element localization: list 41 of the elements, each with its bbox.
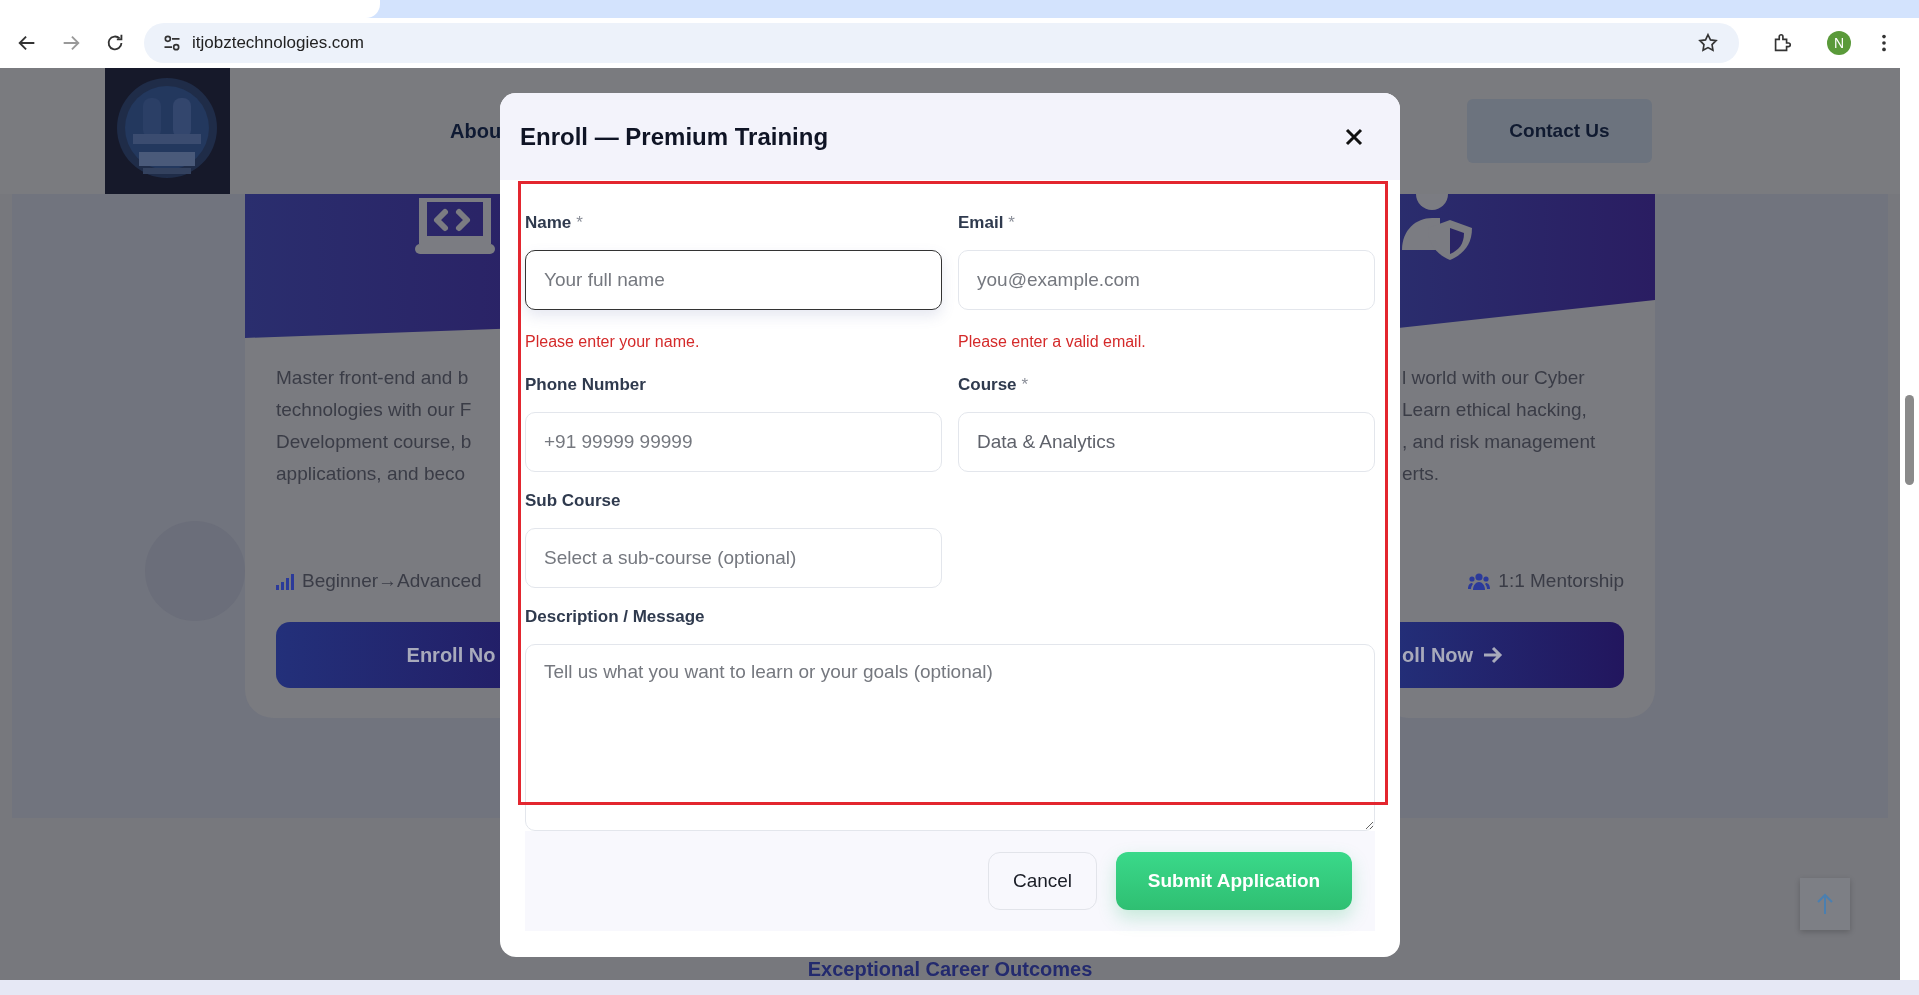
people-icon xyxy=(1468,572,1491,590)
scrollbar-thumb[interactable] xyxy=(1905,395,1914,485)
field-label: Email xyxy=(958,213,1004,232)
profile-avatar[interactable]: N xyxy=(1827,31,1851,55)
description-text: technologies with our F xyxy=(276,398,472,422)
site-info-icon[interactable] xyxy=(162,33,182,53)
error-message: Please enter a valid email. xyxy=(958,332,1147,352)
up-arrow-icon xyxy=(1816,893,1834,915)
required-mark: * xyxy=(1008,213,1015,232)
description-text: Development course, b xyxy=(276,430,472,454)
description-text: erts. xyxy=(1402,462,1439,486)
meta-text: Beginner→Advanced xyxy=(302,570,482,592)
arrow-icon xyxy=(1483,646,1504,664)
input-field[interactable]: Your full name xyxy=(525,250,942,310)
select-field[interactable]: Data & Analytics xyxy=(958,412,1375,472)
laptop-code-icon xyxy=(415,198,495,254)
signal-bars-icon xyxy=(276,572,294,590)
description-text: l world with our Cyber xyxy=(1402,366,1585,390)
error-message: Please enter your name. xyxy=(525,332,701,352)
meta-text: 1:1 Mentorship xyxy=(1498,570,1624,592)
url-text: itjobztechnologies.com xyxy=(192,33,364,53)
modal-title: Enroll — Premium Training xyxy=(520,122,829,151)
section-heading: Exceptional Career Outcomes xyxy=(807,959,1093,979)
description-text: applications, and beco xyxy=(276,462,466,486)
message-field[interactable]: Tell us what you want to learn or your goals (optional) xyxy=(525,644,1375,831)
address-bar[interactable]: itjobztechnologies.com xyxy=(144,23,1739,63)
star-icon[interactable] xyxy=(1697,32,1719,54)
required-mark: * xyxy=(1021,375,1029,394)
field-label: Sub Course xyxy=(525,491,621,510)
description-text: Learn ethical hacking, xyxy=(1402,398,1587,422)
select-field[interactable]: Select a sub-course (optional) xyxy=(525,528,942,588)
cancel-button[interactable]: Cancel xyxy=(988,852,1097,910)
field-label: Name xyxy=(525,213,572,232)
nav-link[interactable]: Abou xyxy=(450,119,502,142)
field-label: Phone Number xyxy=(525,375,646,394)
close-icon[interactable] xyxy=(1345,127,1363,146)
contact-button[interactable]: Contact Us xyxy=(1467,99,1652,163)
field-label: Course xyxy=(958,375,1017,394)
description-text: , and risk management xyxy=(1402,430,1596,454)
description-text: Master front-end and b xyxy=(276,366,469,390)
required-mark: * xyxy=(576,213,583,232)
